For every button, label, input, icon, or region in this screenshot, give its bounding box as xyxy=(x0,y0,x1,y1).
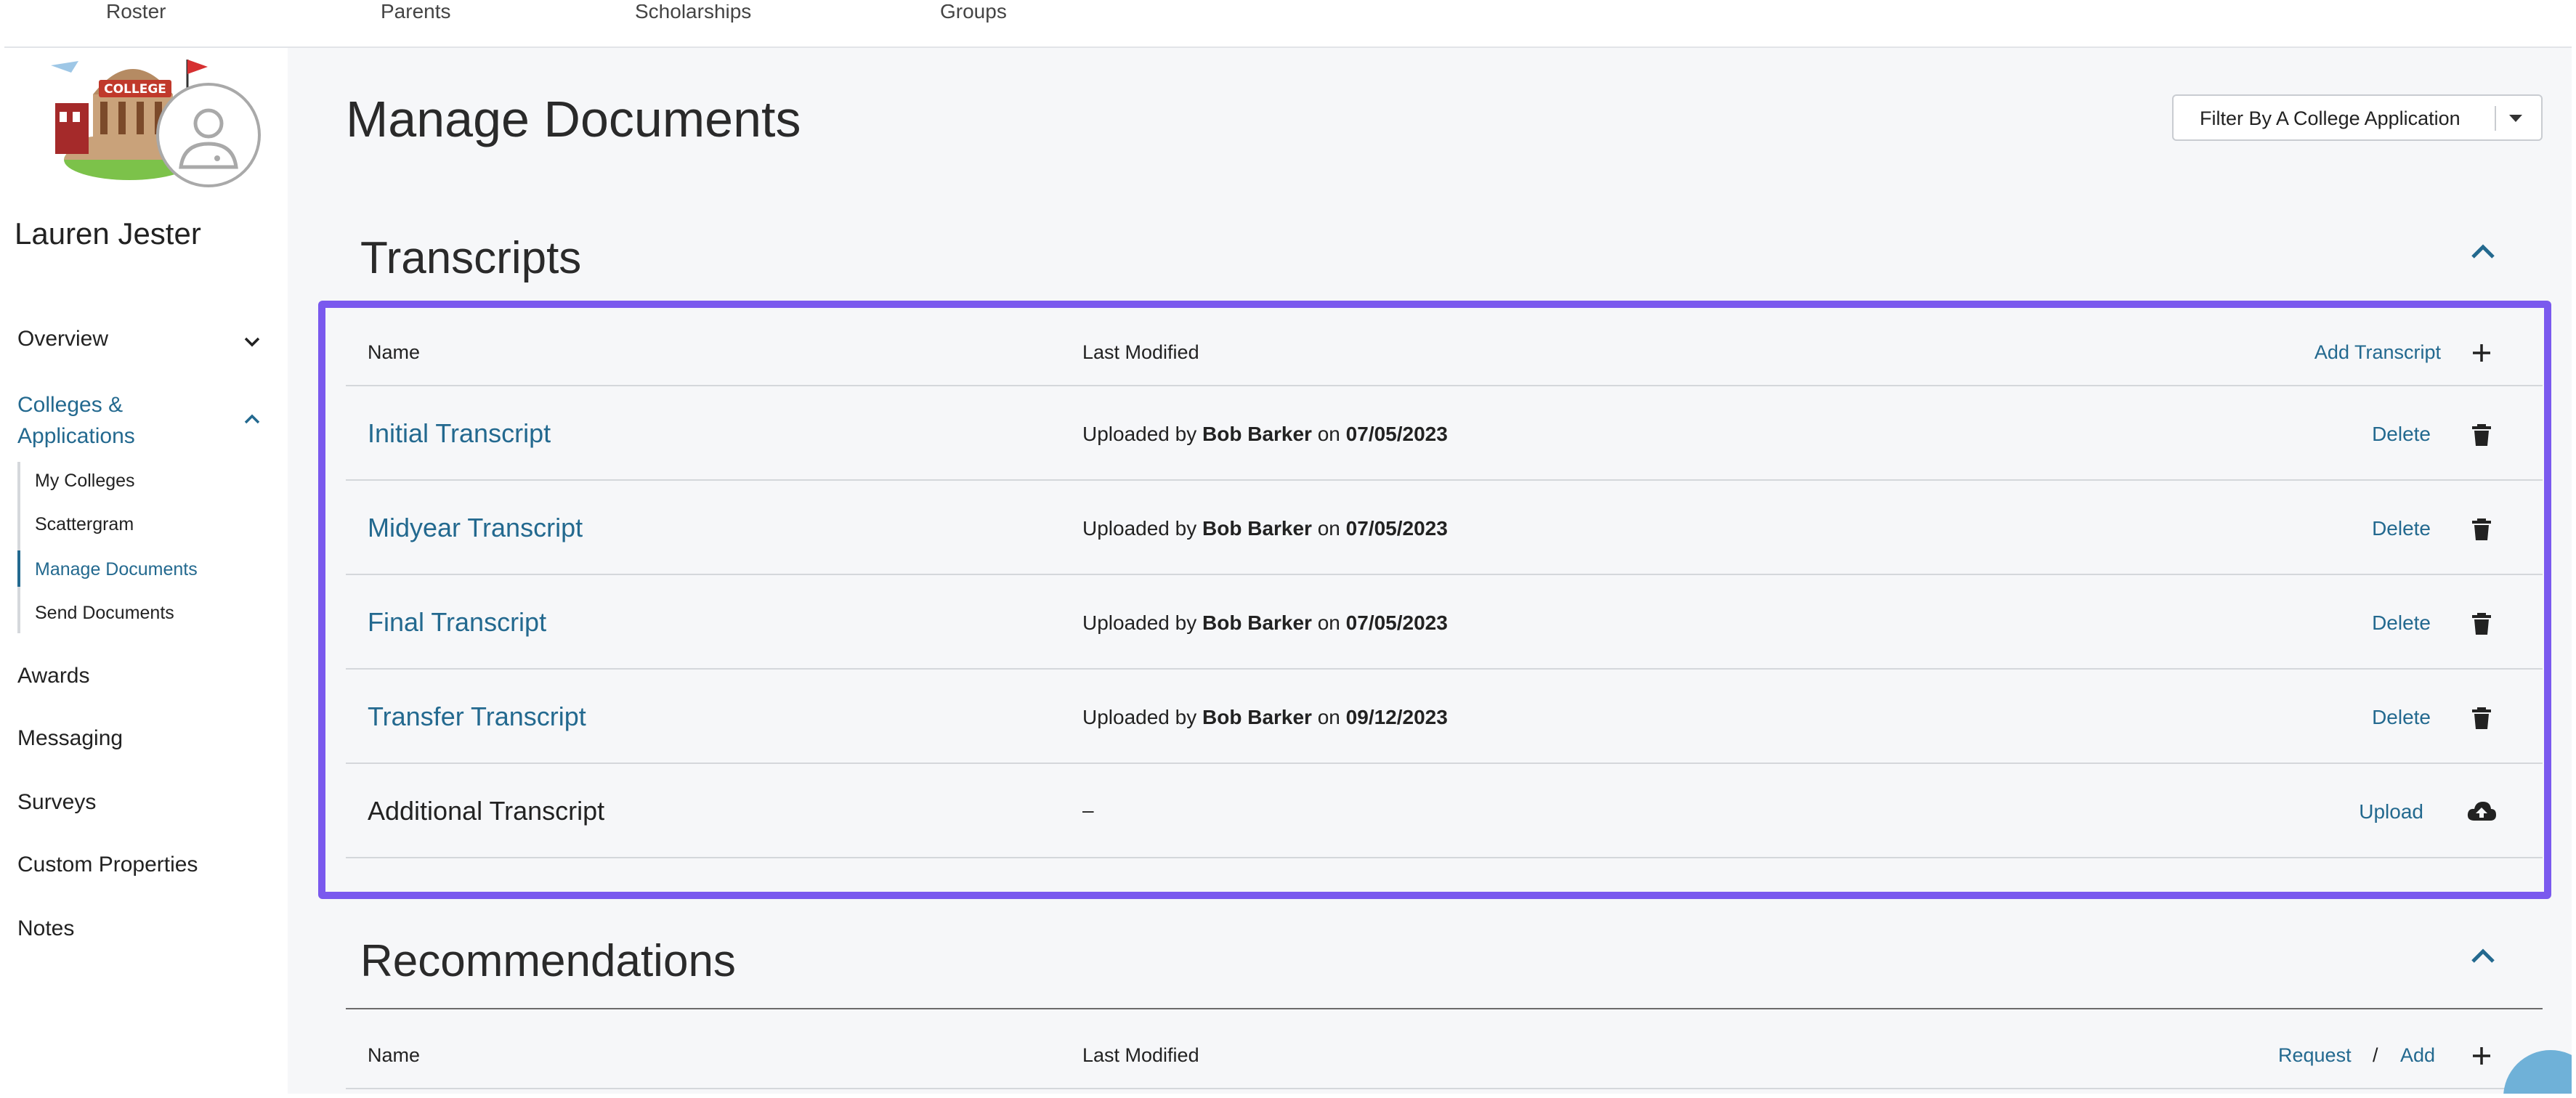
sidebar-item-colleges-applications[interactable]: Colleges & Applications xyxy=(17,389,135,452)
sidebar-subitem-send-documents[interactable]: Send Documents xyxy=(35,603,174,624)
transcript-link-initial[interactable]: Initial Transcript xyxy=(368,418,551,449)
transcript-link-midyear[interactable]: Midyear Transcript xyxy=(368,513,583,543)
avatar[interactable] xyxy=(156,83,261,187)
top-nav-groups[interactable]: Groups xyxy=(940,4,1007,23)
section-title-recommendations: Recommendations xyxy=(360,936,736,986)
transcript-link-final[interactable]: Final Transcript xyxy=(368,607,546,638)
sidebar-item-label-line2: Applications xyxy=(17,424,135,448)
last-modified-midyear: Uploaded by Bob Barker on 07/05/2023 xyxy=(1082,517,1448,540)
sidebar-item-surveys[interactable]: Surveys xyxy=(17,790,96,815)
delete-link-transfer[interactable]: Delete xyxy=(2351,706,2431,729)
delete-link-initial[interactable]: Delete xyxy=(2351,423,2431,446)
row-divider xyxy=(346,574,2543,575)
trash-icon[interactable] xyxy=(2467,703,2496,732)
sidebar-item-overview[interactable]: Overview xyxy=(17,327,108,351)
trash-icon[interactable] xyxy=(2467,420,2496,449)
last-modified-final: Uploaded by Bob Barker on 07/05/2023 xyxy=(1082,611,1448,634)
last-modified-transfer: Uploaded by Bob Barker on 09/12/2023 xyxy=(1082,706,1448,728)
sidebar: COLLEGE Lauren Jester Overview Colleges … xyxy=(4,48,288,1094)
column-header-name: Name xyxy=(368,1044,421,1066)
subnav-track xyxy=(17,462,20,633)
filter-divider xyxy=(2495,106,2496,131)
column-header-last-modified: Last Modified xyxy=(1082,341,1199,363)
trash-icon[interactable] xyxy=(2467,514,2496,543)
delete-link-final[interactable]: Delete xyxy=(2351,611,2431,635)
student-name: Lauren Jester xyxy=(15,216,201,251)
row-divider xyxy=(346,668,2543,670)
cloud-upload-icon[interactable] xyxy=(2466,797,2498,826)
last-modified-additional: – xyxy=(1082,799,1094,821)
top-nav: Roster Parents Scholarships Groups xyxy=(4,4,2572,48)
transcripts-highlight-box xyxy=(318,301,2551,899)
top-nav-roster[interactable]: Roster xyxy=(106,4,166,23)
plus-icon[interactable] xyxy=(2470,341,2493,365)
last-modified-initial: Uploaded by Bob Barker on 07/05/2023 xyxy=(1082,423,1448,445)
row-divider xyxy=(346,1088,2543,1089)
chevron-up-icon[interactable] xyxy=(243,412,262,426)
transcript-name-additional: Additional Transcript xyxy=(368,796,605,826)
row-divider xyxy=(346,385,2543,386)
column-header-name: Name xyxy=(368,341,421,363)
column-header-last-modified: Last Modified xyxy=(1082,1044,1199,1066)
section-divider xyxy=(346,1008,2543,1009)
row-divider xyxy=(346,479,2543,481)
collapse-chevron-up-icon[interactable] xyxy=(2468,241,2498,261)
delete-link-midyear[interactable]: Delete xyxy=(2351,517,2431,540)
row-divider xyxy=(346,857,2543,858)
request-add-separator: / xyxy=(2373,1044,2378,1066)
user-placeholder-icon xyxy=(179,108,238,169)
svg-text:COLLEGE: COLLEGE xyxy=(104,82,166,97)
app-frame: Roster Parents Scholarships Groups COLLE… xyxy=(4,4,2572,1094)
top-nav-parents[interactable]: Parents xyxy=(381,4,451,23)
filter-college-application-dropdown[interactable]: Filter By A College Application xyxy=(2172,94,2543,141)
sidebar-item-label: Overview xyxy=(17,327,109,351)
sidebar-subitem-manage-documents[interactable]: Manage Documents xyxy=(35,559,198,580)
top-nav-scholarships[interactable]: Scholarships xyxy=(635,4,751,23)
request-link[interactable]: Request xyxy=(2278,1044,2352,1067)
caret-down-icon[interactable] xyxy=(2509,115,2522,122)
chat-widget-button[interactable] xyxy=(2503,1050,2572,1094)
sidebar-subitem-my-colleges[interactable]: My Colleges xyxy=(35,471,135,492)
subnav-active-indicator xyxy=(17,550,20,587)
add-transcript-link[interactable]: Add Transcript xyxy=(2303,341,2441,364)
section-title-transcripts: Transcripts xyxy=(360,233,582,283)
collapse-chevron-up-icon[interactable] xyxy=(2468,946,2498,966)
add-recommendation-link[interactable]: Add xyxy=(2400,1044,2435,1067)
sidebar-item-custom-properties[interactable]: Custom Properties xyxy=(17,853,198,877)
sidebar-subitem-scattergram[interactable]: Scattergram xyxy=(35,514,134,535)
chevron-down-icon[interactable] xyxy=(243,336,262,349)
sidebar-item-awards[interactable]: Awards xyxy=(17,664,90,688)
upload-link-additional[interactable]: Upload xyxy=(2336,800,2423,824)
page-title: Manage Documents xyxy=(346,91,801,147)
sidebar-item-notes[interactable]: Notes xyxy=(17,916,74,941)
plus-icon[interactable] xyxy=(2470,1044,2493,1068)
transcript-link-transfer[interactable]: Transfer Transcript xyxy=(368,702,586,732)
sidebar-item-label-line1: Colleges & xyxy=(17,393,123,417)
trash-icon[interactable] xyxy=(2467,609,2496,638)
filter-label: Filter By A College Application xyxy=(2200,107,2460,129)
sidebar-item-messaging[interactable]: Messaging xyxy=(17,726,123,751)
row-divider xyxy=(346,762,2543,764)
